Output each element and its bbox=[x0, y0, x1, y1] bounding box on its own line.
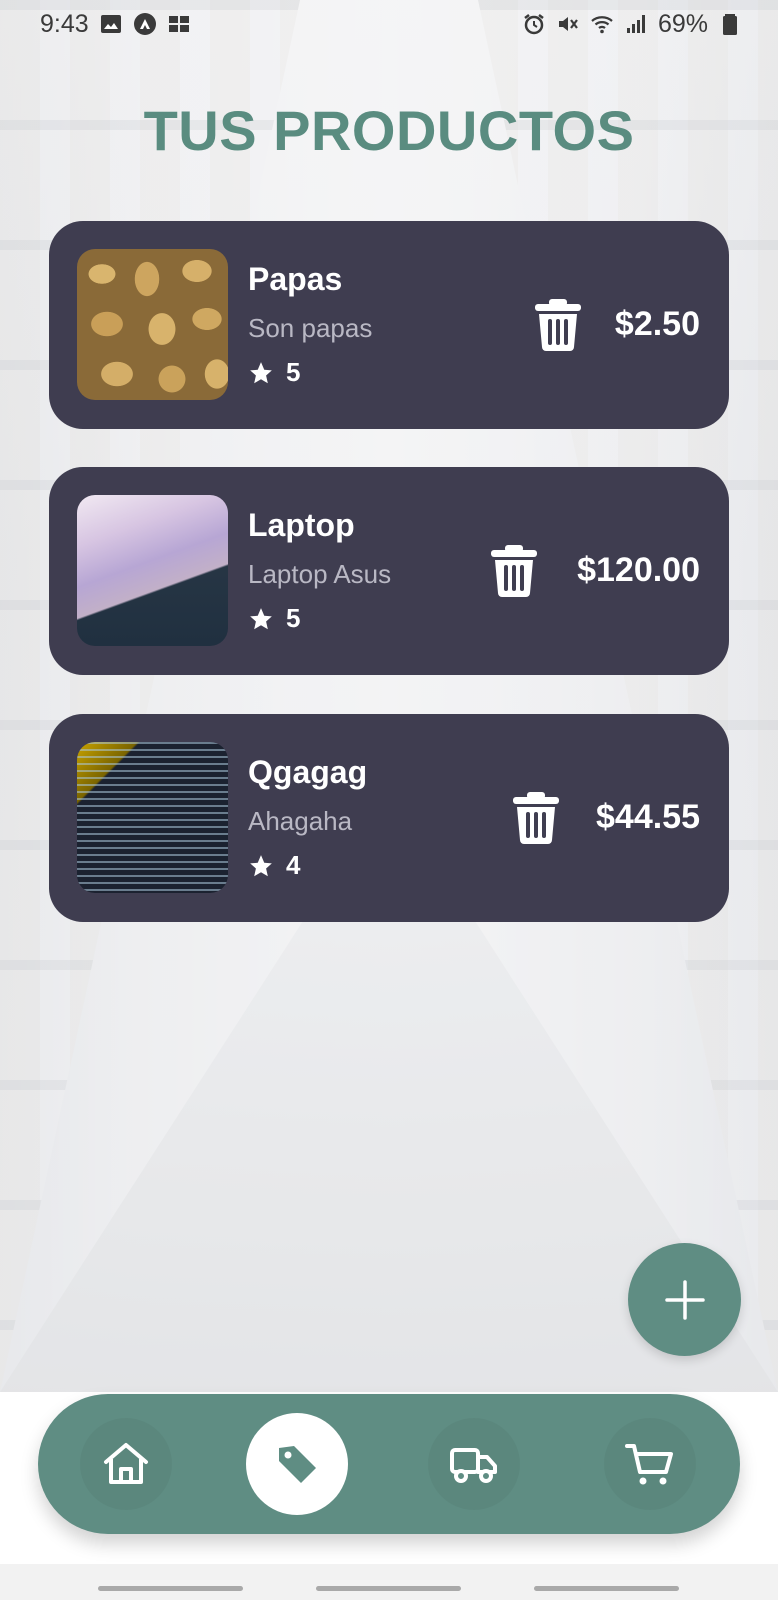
product-description: Ahagaha bbox=[248, 806, 353, 836]
status-bar-left: 9:43 bbox=[40, 10, 191, 39]
home-icon bbox=[104, 1443, 148, 1484]
tag-icon bbox=[279, 1446, 316, 1483]
background-veil bbox=[0, 0, 778, 1392]
product-rating: 4 bbox=[248, 850, 300, 881]
product-card[interactable]: Qgagag Ahagaha 4 $44.55 bbox=[49, 714, 729, 922]
trash-icon bbox=[535, 299, 581, 351]
grid-notification-icon bbox=[167, 12, 191, 36]
product-price: $120.00 bbox=[577, 551, 700, 589]
clock: 9:43 bbox=[40, 9, 89, 38]
image-notification-icon bbox=[99, 12, 123, 36]
add-product-button[interactable] bbox=[628, 1243, 741, 1356]
system-navigation-bar bbox=[0, 1564, 778, 1600]
product-card[interactable]: Papas Son papas 5 $2.50 bbox=[49, 221, 729, 429]
page-title: TUS PRODUCTOS bbox=[143, 99, 635, 162]
recent-apps-button[interactable] bbox=[98, 1586, 243, 1591]
rating-value: 5 bbox=[286, 357, 301, 387]
mute-icon bbox=[556, 12, 580, 36]
nav-products[interactable] bbox=[246, 1413, 348, 1515]
product-name: Papas bbox=[248, 261, 343, 297]
product-name: Qgagag bbox=[248, 754, 368, 790]
battery-icon bbox=[718, 12, 742, 36]
status-bar: 9:43 69% bbox=[0, 0, 778, 48]
back-button[interactable] bbox=[534, 1586, 679, 1591]
status-bar-right: 69% bbox=[522, 10, 742, 39]
star-icon bbox=[250, 607, 272, 629]
warehouse-background bbox=[0, 0, 778, 1392]
product-price: $2.50 bbox=[614, 305, 700, 343]
plus-icon bbox=[664, 1279, 705, 1320]
product-name: Laptop bbox=[248, 507, 355, 543]
home-gesture-button[interactable] bbox=[316, 1586, 461, 1591]
product-thumbnail bbox=[77, 742, 228, 893]
product-description: Son papas bbox=[248, 313, 373, 343]
product-card[interactable]: Laptop Laptop Asus 5 $120.00 bbox=[49, 467, 729, 675]
trash-icon bbox=[491, 545, 537, 597]
app-notification-icon bbox=[133, 12, 157, 36]
star-icon bbox=[250, 854, 272, 876]
alarm-icon bbox=[522, 12, 546, 36]
product-thumbnail bbox=[77, 249, 228, 400]
battery-percent: 69% bbox=[657, 9, 708, 38]
nav-home[interactable] bbox=[80, 1418, 172, 1510]
product-thumbnail bbox=[77, 495, 228, 646]
product-rating: 5 bbox=[248, 357, 300, 388]
product-price: $44.55 bbox=[596, 798, 700, 836]
product-rating: 5 bbox=[248, 603, 300, 634]
nav-delivery[interactable] bbox=[428, 1418, 520, 1510]
nav-cart[interactable] bbox=[604, 1418, 696, 1510]
trash-icon bbox=[513, 792, 559, 844]
product-description: Laptop Asus bbox=[248, 559, 392, 589]
delete-button[interactable] bbox=[513, 792, 559, 844]
signal-icon bbox=[624, 12, 648, 36]
delete-button[interactable] bbox=[491, 545, 537, 597]
delete-button[interactable] bbox=[535, 299, 581, 351]
rating-value: 5 bbox=[286, 603, 301, 633]
cart-icon bbox=[625, 1444, 673, 1485]
bottom-navigation bbox=[38, 1394, 740, 1534]
star-icon bbox=[250, 361, 272, 383]
rating-value: 4 bbox=[286, 850, 301, 880]
truck-icon bbox=[450, 1448, 497, 1483]
wifi-icon bbox=[590, 12, 614, 36]
